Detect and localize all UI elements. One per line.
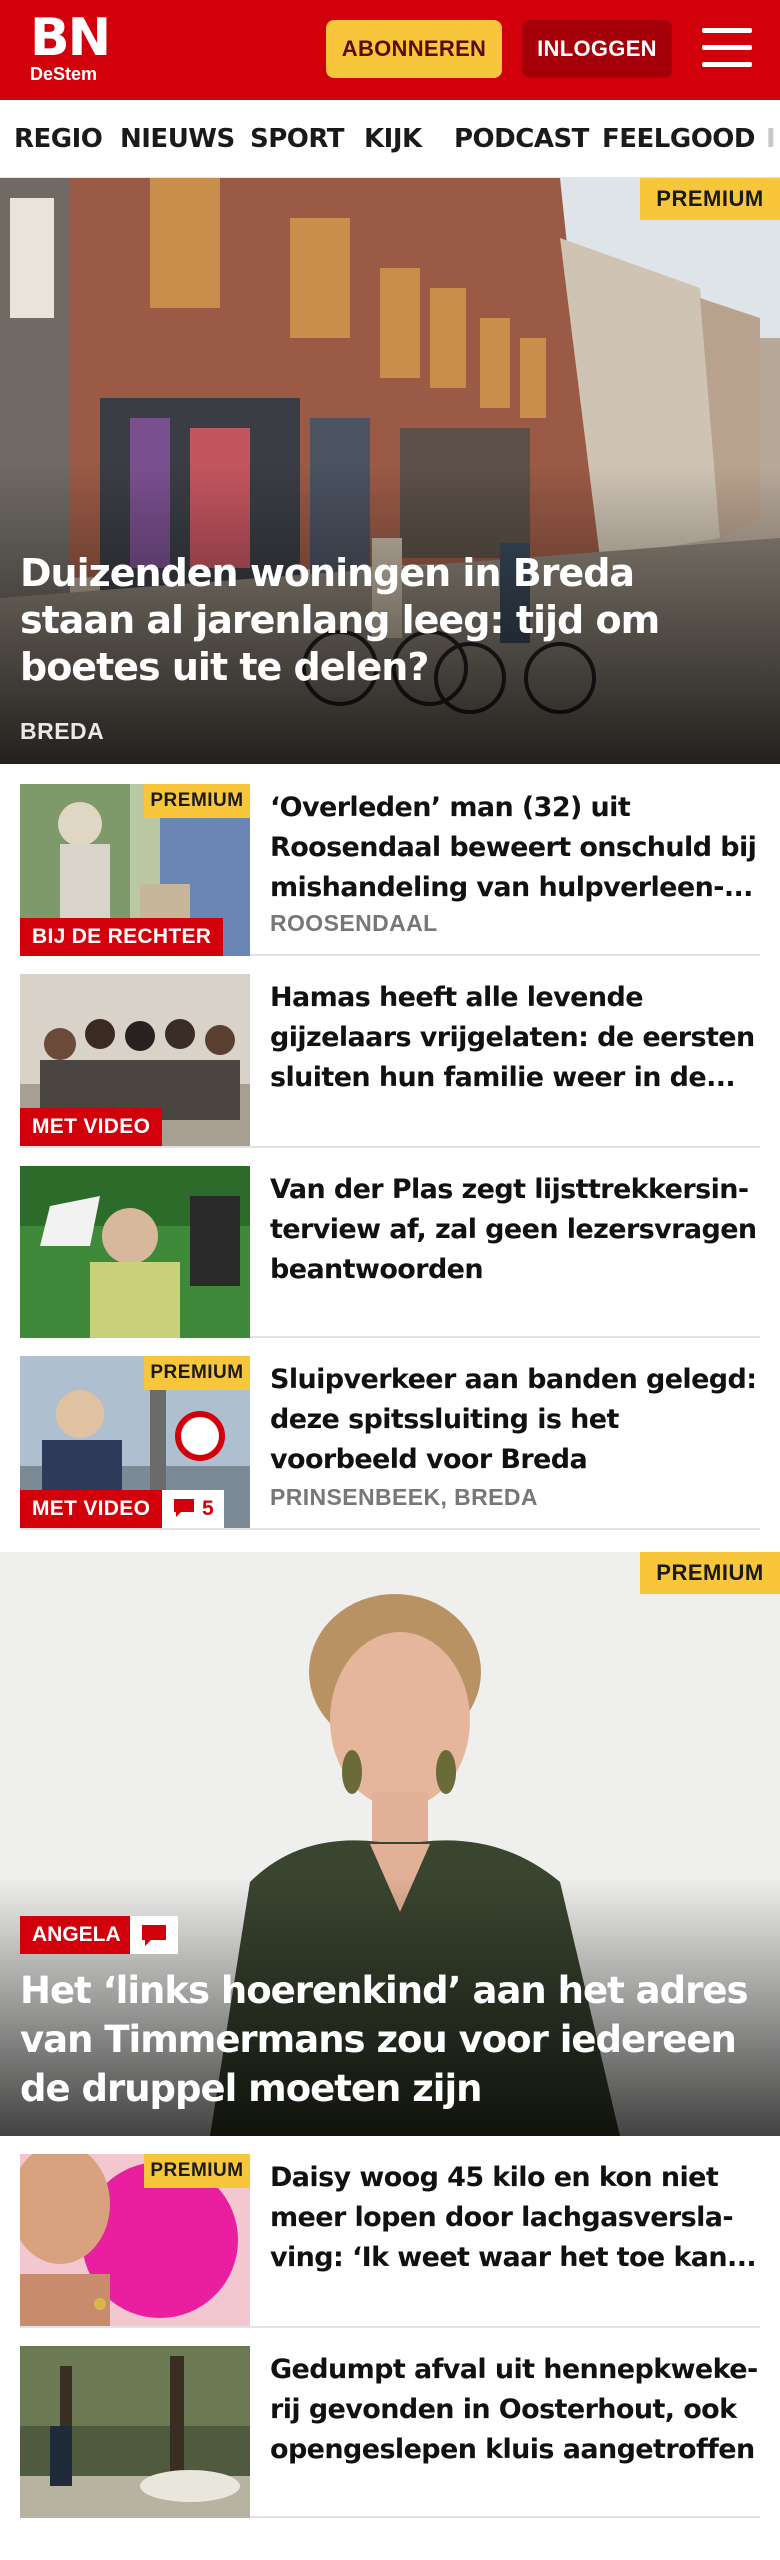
article-thumbnail: PREMIUM MET VIDEO 5 [20, 1356, 250, 1528]
article-title[interactable]: Gedumpt afval uit hennepkweke-rij gevond… [270, 2350, 760, 2470]
article-location: ROOSENDAAL [270, 910, 438, 936]
hero-article[interactable]: PREMIUM Duizenden woningen in Breda staa… [0, 178, 780, 764]
logo-main-text: BN [30, 8, 111, 68]
list-item[interactable]: MET VIDEO Hamas heeft alle levende gijze… [20, 956, 760, 1148]
premium-badge: PREMIUM [640, 178, 780, 220]
premium-badge: PREMIUM [144, 1356, 250, 1390]
hero-location: BREDA [20, 718, 105, 744]
article-title[interactable]: ‘Overleden’ man (32) uit Roosendaal bewe… [270, 788, 760, 908]
opinion-title[interactable]: Het ‘links hoerenkind’ aan het adres van… [20, 1966, 760, 2113]
subscribe-button[interactable]: ABONNEREN [326, 20, 502, 78]
section-nav: REGIO NIEUWS SPORT KIJK PODCAST FEELGOOD… [0, 100, 780, 178]
list-item[interactable]: Van der Plas zegt lijsttrekkersin-tervie… [20, 1148, 760, 1338]
list-item[interactable]: Gedumpt afval uit hennepkweke-rij gevond… [20, 2328, 760, 2518]
article-thumbnail [20, 2346, 250, 2518]
nav-item-regio[interactable]: REGIO [14, 100, 103, 177]
category-tag: MET VIDEO [20, 1490, 163, 1528]
nav-item-feelgood[interactable]: FEELGOOD [602, 100, 755, 177]
login-button[interactable]: INLOGGEN [522, 20, 672, 78]
article-title[interactable]: Sluipverkeer aan banden gelegd: deze spi… [270, 1360, 760, 1480]
nav-item-kijk[interactable]: KIJK [364, 100, 422, 177]
premium-badge: PREMIUM [640, 1552, 780, 1594]
site-header: BN DeStem ABONNEREN INLOGGEN [0, 0, 780, 100]
list-item[interactable]: PREMIUM Daisy woog 45 kilo en kon niet m… [20, 2136, 760, 2328]
article-thumbnail: PREMIUM BIJ DE RECHTER [20, 784, 250, 956]
menu-icon[interactable] [702, 26, 752, 70]
hero-title[interactable]: Duizenden woningen in Breda staan al jar… [20, 550, 760, 691]
opinion-article[interactable]: PREMIUM ANGELA Het ‘links hoerenkind’ aa… [0, 1552, 780, 2136]
article-thumbnail [20, 1166, 250, 1338]
category-tag: BIJ DE RECHTER [20, 918, 224, 956]
author-tag: ANGELA [20, 1916, 133, 1954]
article-title[interactable]: Hamas heeft alle levende gijzelaars vrij… [270, 978, 760, 1098]
article-thumbnail: PREMIUM [20, 2154, 250, 2326]
comment-count[interactable]: 5 [162, 1490, 224, 1528]
article-title[interactable]: Van der Plas zegt lijsttrekkersin-tervie… [270, 1170, 760, 1290]
site-logo[interactable]: BN DeStem [30, 8, 111, 86]
premium-badge: PREMIUM [144, 784, 250, 818]
article-thumbnail: MET VIDEO [20, 974, 250, 1146]
list-item[interactable]: PREMIUM BIJ DE RECHTER ‘Overleden’ man (… [20, 766, 760, 956]
article-location: PRINSENBEEK, BREDA [270, 1484, 538, 1510]
premium-badge: PREMIUM [144, 2154, 250, 2188]
nav-item-nieuws[interactable]: NIEUWS [120, 100, 235, 177]
comment-count-value: 5 [202, 1497, 214, 1520]
nav-item-podcast[interactable]: PODCAST [454, 100, 589, 177]
article-title[interactable]: Daisy woog 45 kilo en kon niet meer lope… [270, 2158, 760, 2278]
comment-tag[interactable] [130, 1916, 178, 1954]
comment-icon [174, 1499, 194, 1517]
list-item[interactable]: PREMIUM MET VIDEO 5 Sluipverkeer aan ban… [20, 1338, 760, 1530]
category-tag: MET VIDEO [20, 1108, 163, 1146]
nav-item-more[interactable]: I [766, 100, 776, 177]
nav-item-sport[interactable]: SPORT [250, 100, 344, 177]
comment-icon [142, 1925, 166, 1946]
